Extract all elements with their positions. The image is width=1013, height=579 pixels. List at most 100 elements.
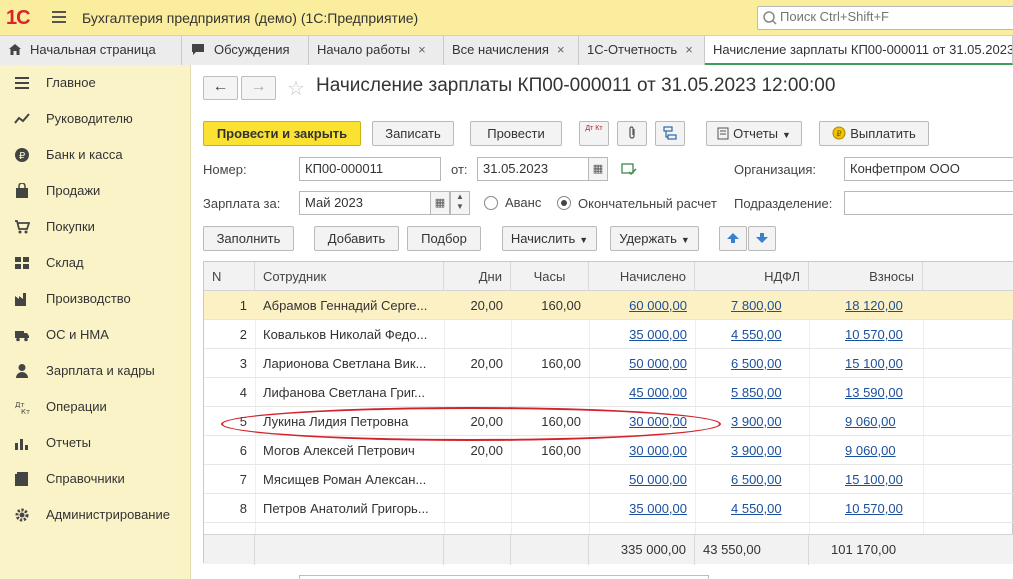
- close-icon[interactable]: ×: [418, 42, 426, 57]
- ndfl-link[interactable]: 7 800,00: [723, 291, 809, 320]
- tab-reporting[interactable]: 1С-Отчетность ×: [579, 36, 705, 65]
- accrued-link[interactable]: 35 000,00: [589, 494, 695, 523]
- accrued-link[interactable]: 60 000,00: [589, 291, 695, 320]
- sidebar-item-bank[interactable]: ₽ Банк и касса: [0, 137, 191, 173]
- contributions-link[interactable]: 15 100,00: [837, 465, 923, 494]
- header-employee[interactable]: Сотрудник: [255, 262, 444, 291]
- contributions-link[interactable]: 13 590,00: [837, 378, 923, 407]
- post-and-close-button[interactable]: Провести и закрыть: [203, 121, 361, 146]
- total-contributions: 101 170,00: [831, 542, 897, 557]
- dt-kt-button[interactable]: Дт Кт: [579, 121, 609, 146]
- header-days[interactable]: Дни: [444, 262, 511, 291]
- close-icon[interactable]: ×: [685, 42, 693, 57]
- organization-field[interactable]: Конфетпром ООО: [844, 157, 1013, 181]
- number-field[interactable]: КП00-000011: [299, 157, 441, 181]
- save-button[interactable]: Записать: [372, 121, 454, 146]
- sidebar-item-admin[interactable]: Администрирование: [0, 497, 191, 533]
- table-row[interactable]: 3 Ларионова Светлана Вик... 20,00 160,00…: [204, 349, 1013, 378]
- move-up-button[interactable]: [719, 226, 747, 251]
- warehouse-icon: [15, 257, 29, 269]
- accrued-link[interactable]: 35 000,00: [589, 320, 695, 349]
- header-ndfl[interactable]: НДФЛ: [695, 262, 809, 291]
- table-row[interactable]: 6 Могов Алексей Петрович 20,00 160,00 30…: [204, 436, 1013, 465]
- salary-month-field[interactable]: Май 2023: [299, 191, 431, 215]
- move-down-button[interactable]: [748, 226, 776, 251]
- table-row[interactable]: 1 Абрамов Геннадий Серге... 20,00 160,00…: [204, 291, 1013, 320]
- back-button[interactable]: ←: [203, 76, 238, 100]
- close-icon[interactable]: ×: [557, 42, 565, 57]
- contributions-link[interactable]: 15 100,00: [837, 349, 923, 378]
- accrued-link[interactable]: 50 000,00: [589, 465, 695, 494]
- calendar-icon[interactable]: ▦: [430, 191, 450, 215]
- table-row[interactable]: 7 Мясищев Роман Алексан... 50 000,00 6 5…: [204, 465, 1013, 494]
- sidebar-item-reports[interactable]: Отчеты: [0, 425, 191, 461]
- contributions-link[interactable]: 10 570,00: [837, 320, 923, 349]
- structure-button[interactable]: [655, 121, 685, 146]
- sidebar-item-sales[interactable]: Продажи: [0, 173, 191, 209]
- ndfl-link[interactable]: 6 500,00: [723, 465, 809, 494]
- sidebar-item-main[interactable]: Главное: [0, 65, 191, 101]
- tab-all-accruals[interactable]: Все начисления ×: [444, 36, 579, 65]
- final-settlement-radio[interactable]: [557, 196, 571, 210]
- sidebar-item-purchases[interactable]: Покупки: [0, 209, 191, 245]
- post-button[interactable]: Провести: [470, 121, 562, 146]
- division-field[interactable]: [844, 191, 1013, 215]
- pay-button[interactable]: ₽ Выплатить: [819, 121, 929, 146]
- accrue-dropdown-button[interactable]: Начислить ▼: [502, 226, 597, 251]
- accrued-link[interactable]: 50 000,00: [589, 349, 695, 378]
- search-box[interactable]: [757, 6, 1013, 30]
- employee-name: Ковальков Николай Федо...: [263, 327, 428, 342]
- tab-salary-accrual[interactable]: Начисление зарплаты КП00-000011 от 31.05…: [705, 36, 1013, 65]
- comment-field[interactable]: [299, 575, 709, 579]
- attach-button[interactable]: [617, 121, 647, 146]
- sidebar-item-catalogs[interactable]: Справочники: [0, 461, 191, 497]
- favorite-star-icon[interactable]: ☆: [287, 76, 305, 101]
- table-row[interactable]: 4 Лифанова Светлана Григ... 45 000,00 5 …: [204, 378, 1013, 407]
- table-row[interactable]: 8 Петров Анатолий Григорь... 35 000,00 4…: [204, 494, 1013, 523]
- table-row[interactable]: 5 Лукина Лидия Петровна 20,00 160,00 30 …: [204, 407, 1013, 436]
- table-row[interactable]: 2 Ковальков Николай Федо... 35 000,00 4 …: [204, 320, 1013, 349]
- accrued-link[interactable]: 45 000,00: [589, 378, 695, 407]
- contributions-link[interactable]: 9 060,00: [837, 407, 923, 436]
- hamburger-menu-icon[interactable]: [52, 11, 66, 23]
- contributions-link[interactable]: 18 120,00: [837, 291, 923, 320]
- forward-button[interactable]: →: [241, 76, 276, 100]
- header-hours[interactable]: Часы: [511, 262, 589, 291]
- date-field[interactable]: 31.05.2023: [477, 157, 589, 181]
- tab-discussions[interactable]: Обсуждения: [182, 36, 309, 65]
- sidebar-item-manager[interactable]: Руководителю: [0, 101, 191, 137]
- tab-getting-started[interactable]: Начало работы ×: [309, 36, 444, 65]
- sidebar-item-hr[interactable]: Зарплата и кадры: [0, 353, 191, 389]
- ndfl-link[interactable]: 3 900,00: [723, 407, 809, 436]
- calendar-icon[interactable]: ▦: [588, 157, 608, 181]
- tab-home[interactable]: Начальная страница: [0, 36, 182, 65]
- search-input[interactable]: [780, 9, 1010, 24]
- advance-radio[interactable]: [484, 196, 498, 210]
- contributions-link[interactable]: 10 570,00: [837, 494, 923, 523]
- sidebar-item-warehouse[interactable]: Склад: [0, 245, 191, 281]
- document-check-icon[interactable]: [621, 163, 637, 176]
- ndfl-link[interactable]: 4 550,00: [723, 320, 809, 349]
- header-n[interactable]: N: [204, 262, 255, 291]
- sidebar-item-production[interactable]: Производство: [0, 281, 191, 317]
- ndfl-link[interactable]: 6 500,00: [723, 349, 809, 378]
- reports-dropdown-button[interactable]: Отчеты ▼: [706, 121, 802, 146]
- add-button[interactable]: Добавить: [314, 226, 399, 251]
- chevron-down-icon: ▼: [579, 235, 589, 245]
- accrued-link[interactable]: 30 000,00: [589, 436, 695, 465]
- days-value: 20,00: [470, 414, 503, 429]
- deduct-dropdown-button[interactable]: Удержать ▼: [610, 226, 699, 251]
- header-accrued[interactable]: Начислено: [589, 262, 695, 291]
- ndfl-link[interactable]: 4 550,00: [723, 494, 809, 523]
- ndfl-link[interactable]: 5 850,00: [723, 378, 809, 407]
- header-contributions[interactable]: Взносы: [809, 262, 923, 291]
- ndfl-link[interactable]: 3 900,00: [723, 436, 809, 465]
- sidebar-item-assets[interactable]: ОС и НМА: [0, 317, 191, 353]
- pick-button[interactable]: Подбор: [407, 226, 481, 251]
- month-stepper[interactable]: ▲ ▼: [450, 191, 470, 215]
- contributions-link[interactable]: 9 060,00: [837, 436, 923, 465]
- employee-name: Мясищев Роман Алексан...: [263, 472, 427, 487]
- fill-button[interactable]: Заполнить: [203, 226, 294, 251]
- accrued-link[interactable]: 30 000,00: [589, 407, 695, 436]
- sidebar-item-operations[interactable]: Дт Кт Операции: [0, 389, 191, 425]
